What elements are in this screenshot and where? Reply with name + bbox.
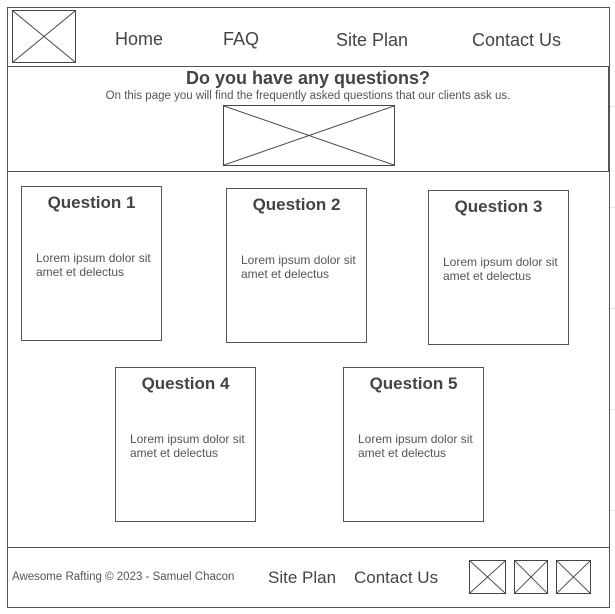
footer-link-site-plan[interactable]: Site Plan [268,568,336,588]
social-icon-placeholder-3[interactable] [556,560,591,594]
edge-line [610,510,615,511]
social-icon-placeholder-1[interactable] [469,560,506,594]
question-body: Lorem ipsum dolor sit amet et delectus [241,253,356,281]
page-subtitle: On this page you will find the frequentl… [105,90,511,102]
question-title: Question 5 [369,374,458,393]
edge-line [610,207,615,208]
footer-copyright: Awesome Rafting © 2023 - Samuel Chacon [12,571,235,583]
edge-line [610,409,615,410]
hero-placeholder-image [223,105,395,166]
page-title: Do you have any questions? [185,68,431,88]
question-card-4: Question 4 Lorem ipsum dolor sit amet et… [115,367,256,522]
question-title: Question 1 [47,193,136,212]
nav-link-home[interactable]: Home [115,29,163,50]
question-body: Lorem ipsum dolor sit amet et delectus [36,251,151,279]
nav-link-faq[interactable]: FAQ [223,29,259,50]
social-icon-placeholder-2[interactable] [514,560,548,594]
question-card-1: Question 1 Lorem ipsum dolor sit amet et… [21,186,162,341]
edge-line [610,106,615,107]
question-card-2: Question 2 Lorem ipsum dolor sit amet et… [226,188,367,343]
edge-line [610,308,615,309]
question-title: Question 4 [141,374,230,393]
logo-placeholder-image[interactable] [12,10,76,63]
question-body: Lorem ipsum dolor sit amet et delectus [443,255,558,283]
question-title: Question 2 [252,195,341,214]
nav-link-site-plan[interactable]: Site Plan [336,30,408,51]
question-card-3: Question 3 Lorem ipsum dolor sit amet et… [428,190,569,345]
question-title: Question 3 [454,197,543,216]
footer-link-contact-us[interactable]: Contact Us [354,568,438,588]
question-body: Lorem ipsum dolor sit amet et delectus [130,432,245,460]
question-body: Lorem ipsum dolor sit amet et delectus [358,432,473,460]
nav-link-contact-us[interactable]: Contact Us [472,30,561,51]
question-card-5: Question 5 Lorem ipsum dolor sit amet et… [343,367,484,522]
